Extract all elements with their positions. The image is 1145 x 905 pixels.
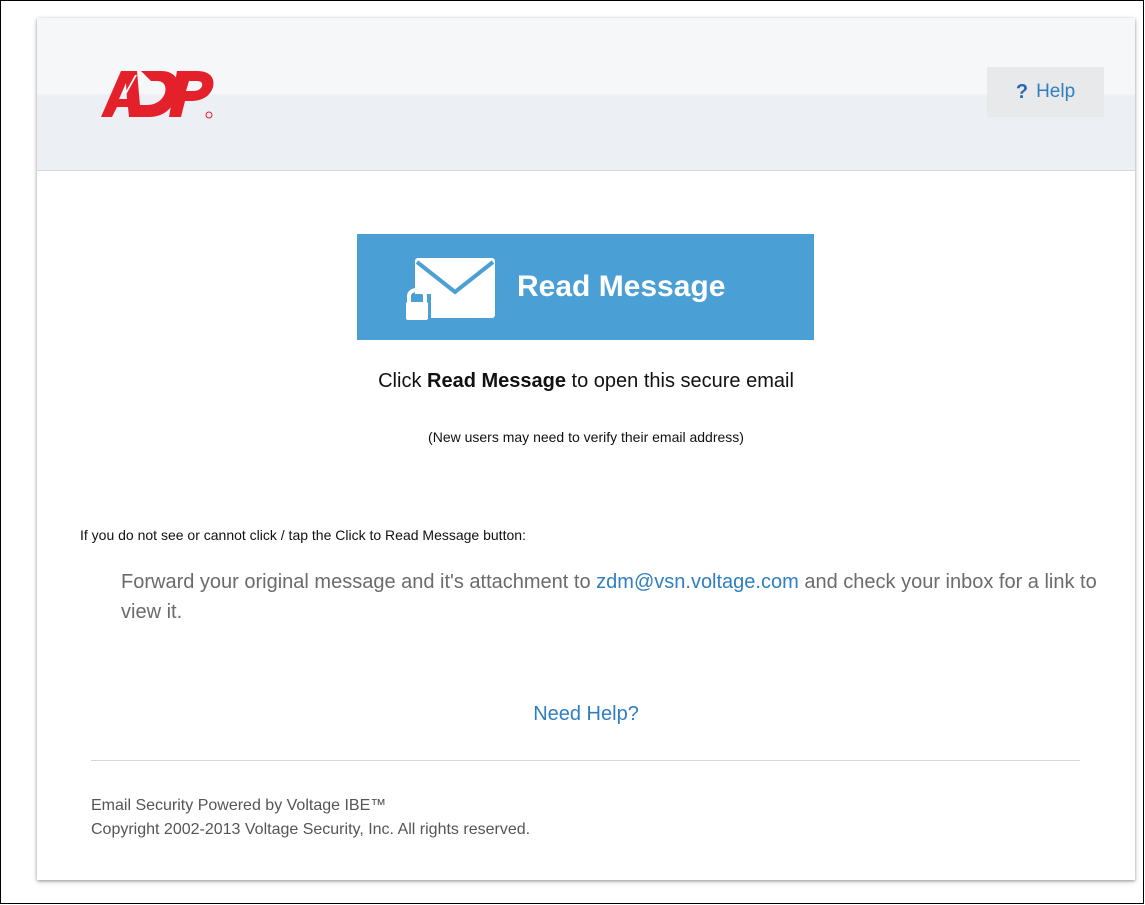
help-label: Help: [1036, 81, 1076, 102]
read-message-button[interactable]: Read Message: [357, 234, 814, 340]
footer-powered-by: Email Security Powered by Voltage IBE™: [91, 797, 387, 814]
footer-copyright: Copyright 2002-2013 Voltage Security, In…: [91, 821, 531, 838]
need-help-link[interactable]: Need Help?: [37, 703, 1135, 726]
adp-logo: [101, 71, 214, 119]
fallback-heading: If you do not see or cannot click / tap …: [80, 527, 526, 543]
page-frame: ? Help Read Message Click Read Message t…: [0, 0, 1144, 904]
footer: Email Security Powered by Voltage IBE™ C…: [91, 794, 530, 842]
instruction-prefix: Click: [378, 370, 422, 392]
forward-prefix: Forward your original message and it's a…: [121, 571, 591, 593]
forward-instruction: Forward your original message and it's a…: [121, 567, 1101, 627]
new-users-note: (New users may need to verify their emai…: [428, 429, 744, 445]
read-instruction: Click Read Message to open this secure e…: [37, 370, 1135, 393]
read-message-label: Read Message: [517, 270, 726, 303]
card-header: ? Help: [37, 18, 1135, 171]
footer-divider: [91, 760, 1080, 761]
help-button[interactable]: ? Help: [987, 67, 1104, 117]
question-mark-icon: ?: [1015, 80, 1029, 103]
instruction-bold: Read Message: [427, 370, 566, 392]
envelope-lock-icon: [403, 258, 495, 320]
instruction-suffix: to open this secure email: [571, 370, 794, 392]
forward-email-link[interactable]: zdm@vsn.voltage.com: [596, 571, 799, 593]
secure-email-card: ? Help Read Message Click Read Message t…: [37, 18, 1135, 880]
